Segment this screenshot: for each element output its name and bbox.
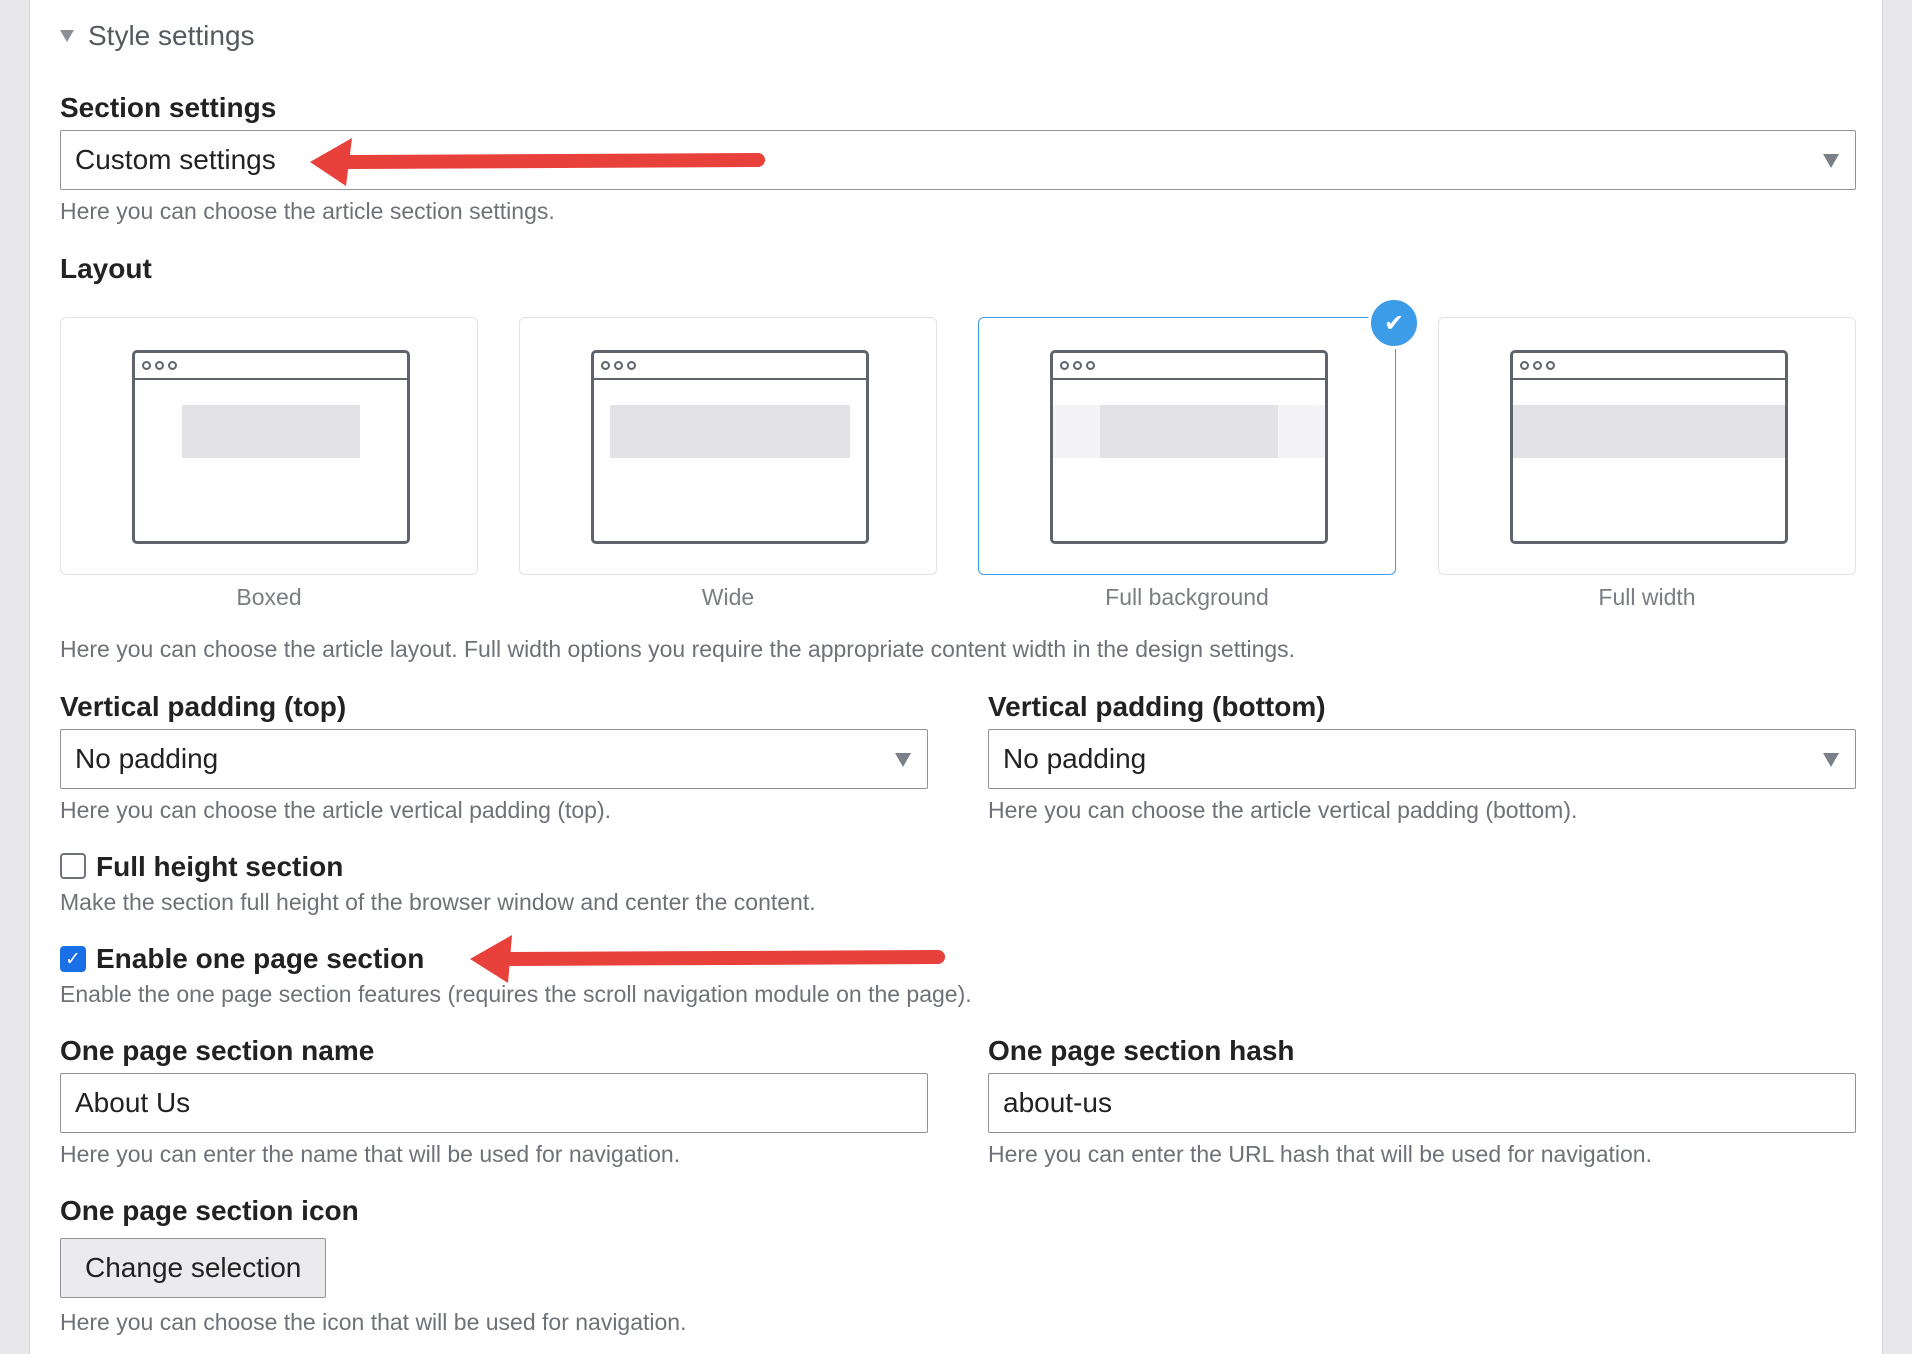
section-settings-value: Custom settings (75, 144, 276, 175)
padding-top-label: Vertical padding (top) (60, 691, 347, 722)
padding-top-description: Here you can choose the article vertical… (60, 797, 612, 823)
section-hash-value: about-us (1003, 1087, 1112, 1118)
padding-bottom-select[interactable]: No padding (988, 729, 1856, 789)
full-height-label[interactable]: Full height section (96, 851, 343, 883)
triangle-down-icon (60, 30, 74, 42)
section-name-label: One page section name (60, 1035, 375, 1066)
window-illustration-icon (1050, 350, 1328, 544)
padding-bottom-value: No padding (1003, 743, 1147, 774)
window-illustration-icon (591, 350, 869, 544)
style-settings-label: Style settings (88, 20, 255, 51)
check-icon: ✓ (65, 948, 81, 970)
layout-option-boxed[interactable] (60, 317, 478, 575)
chevron-down-icon (895, 753, 911, 767)
padding-top-value: No padding (75, 743, 219, 774)
full-height-checkbox[interactable] (60, 853, 86, 879)
window-illustration-icon (132, 350, 410, 544)
section-icon-label: One page section icon (60, 1195, 359, 1226)
layout-label: Layout (60, 253, 152, 284)
chevron-down-icon (1823, 154, 1839, 168)
layout-option-label: Full width (1598, 584, 1696, 610)
padding-bottom-label: Vertical padding (bottom) (988, 691, 1326, 722)
section-settings-select[interactable]: Custom settings (60, 130, 1856, 190)
section-name-value: About Us (75, 1087, 191, 1118)
section-icon-description: Here you can choose the icon that will b… (60, 1309, 687, 1335)
layout-option-label: Full background (1105, 584, 1269, 610)
padding-top-select[interactable]: No padding (60, 729, 928, 789)
section-name-description: Here you can enter the name that will be… (60, 1141, 681, 1167)
layout-option-full-background[interactable] (978, 317, 1396, 575)
change-selection-button[interactable]: Change selection (60, 1238, 327, 1298)
checkmark-icon: ✔ (1368, 297, 1420, 349)
one-page-description: Enable the one page section features (re… (60, 981, 972, 1007)
layout-option-wide[interactable] (519, 317, 937, 575)
layout-option-full-width[interactable] (1438, 317, 1856, 575)
layout-option-label: Boxed (236, 584, 302, 610)
one-page-label[interactable]: Enable one page section (96, 943, 424, 975)
section-hash-input[interactable]: about-us (988, 1073, 1856, 1133)
layout-option-label: Wide (701, 584, 755, 610)
window-illustration-icon (1510, 350, 1788, 544)
section-settings-label: Section settings (60, 92, 277, 123)
section-hash-label: One page section hash (988, 1035, 1295, 1066)
layout-description: Here you can choose the article layout. … (60, 636, 1296, 662)
section-hash-description: Here you can enter the URL hash that wil… (988, 1141, 1652, 1167)
section-name-input[interactable]: About Us (60, 1073, 928, 1133)
chevron-down-icon (1823, 753, 1839, 767)
section-settings-description: Here you can choose the article section … (60, 198, 555, 224)
style-settings-toggle[interactable]: Style settings (60, 16, 255, 56)
full-height-description: Make the section full height of the brow… (60, 889, 816, 915)
padding-bottom-description: Here you can choose the article vertical… (988, 797, 1578, 823)
one-page-checkbox[interactable]: ✓ (60, 946, 86, 972)
